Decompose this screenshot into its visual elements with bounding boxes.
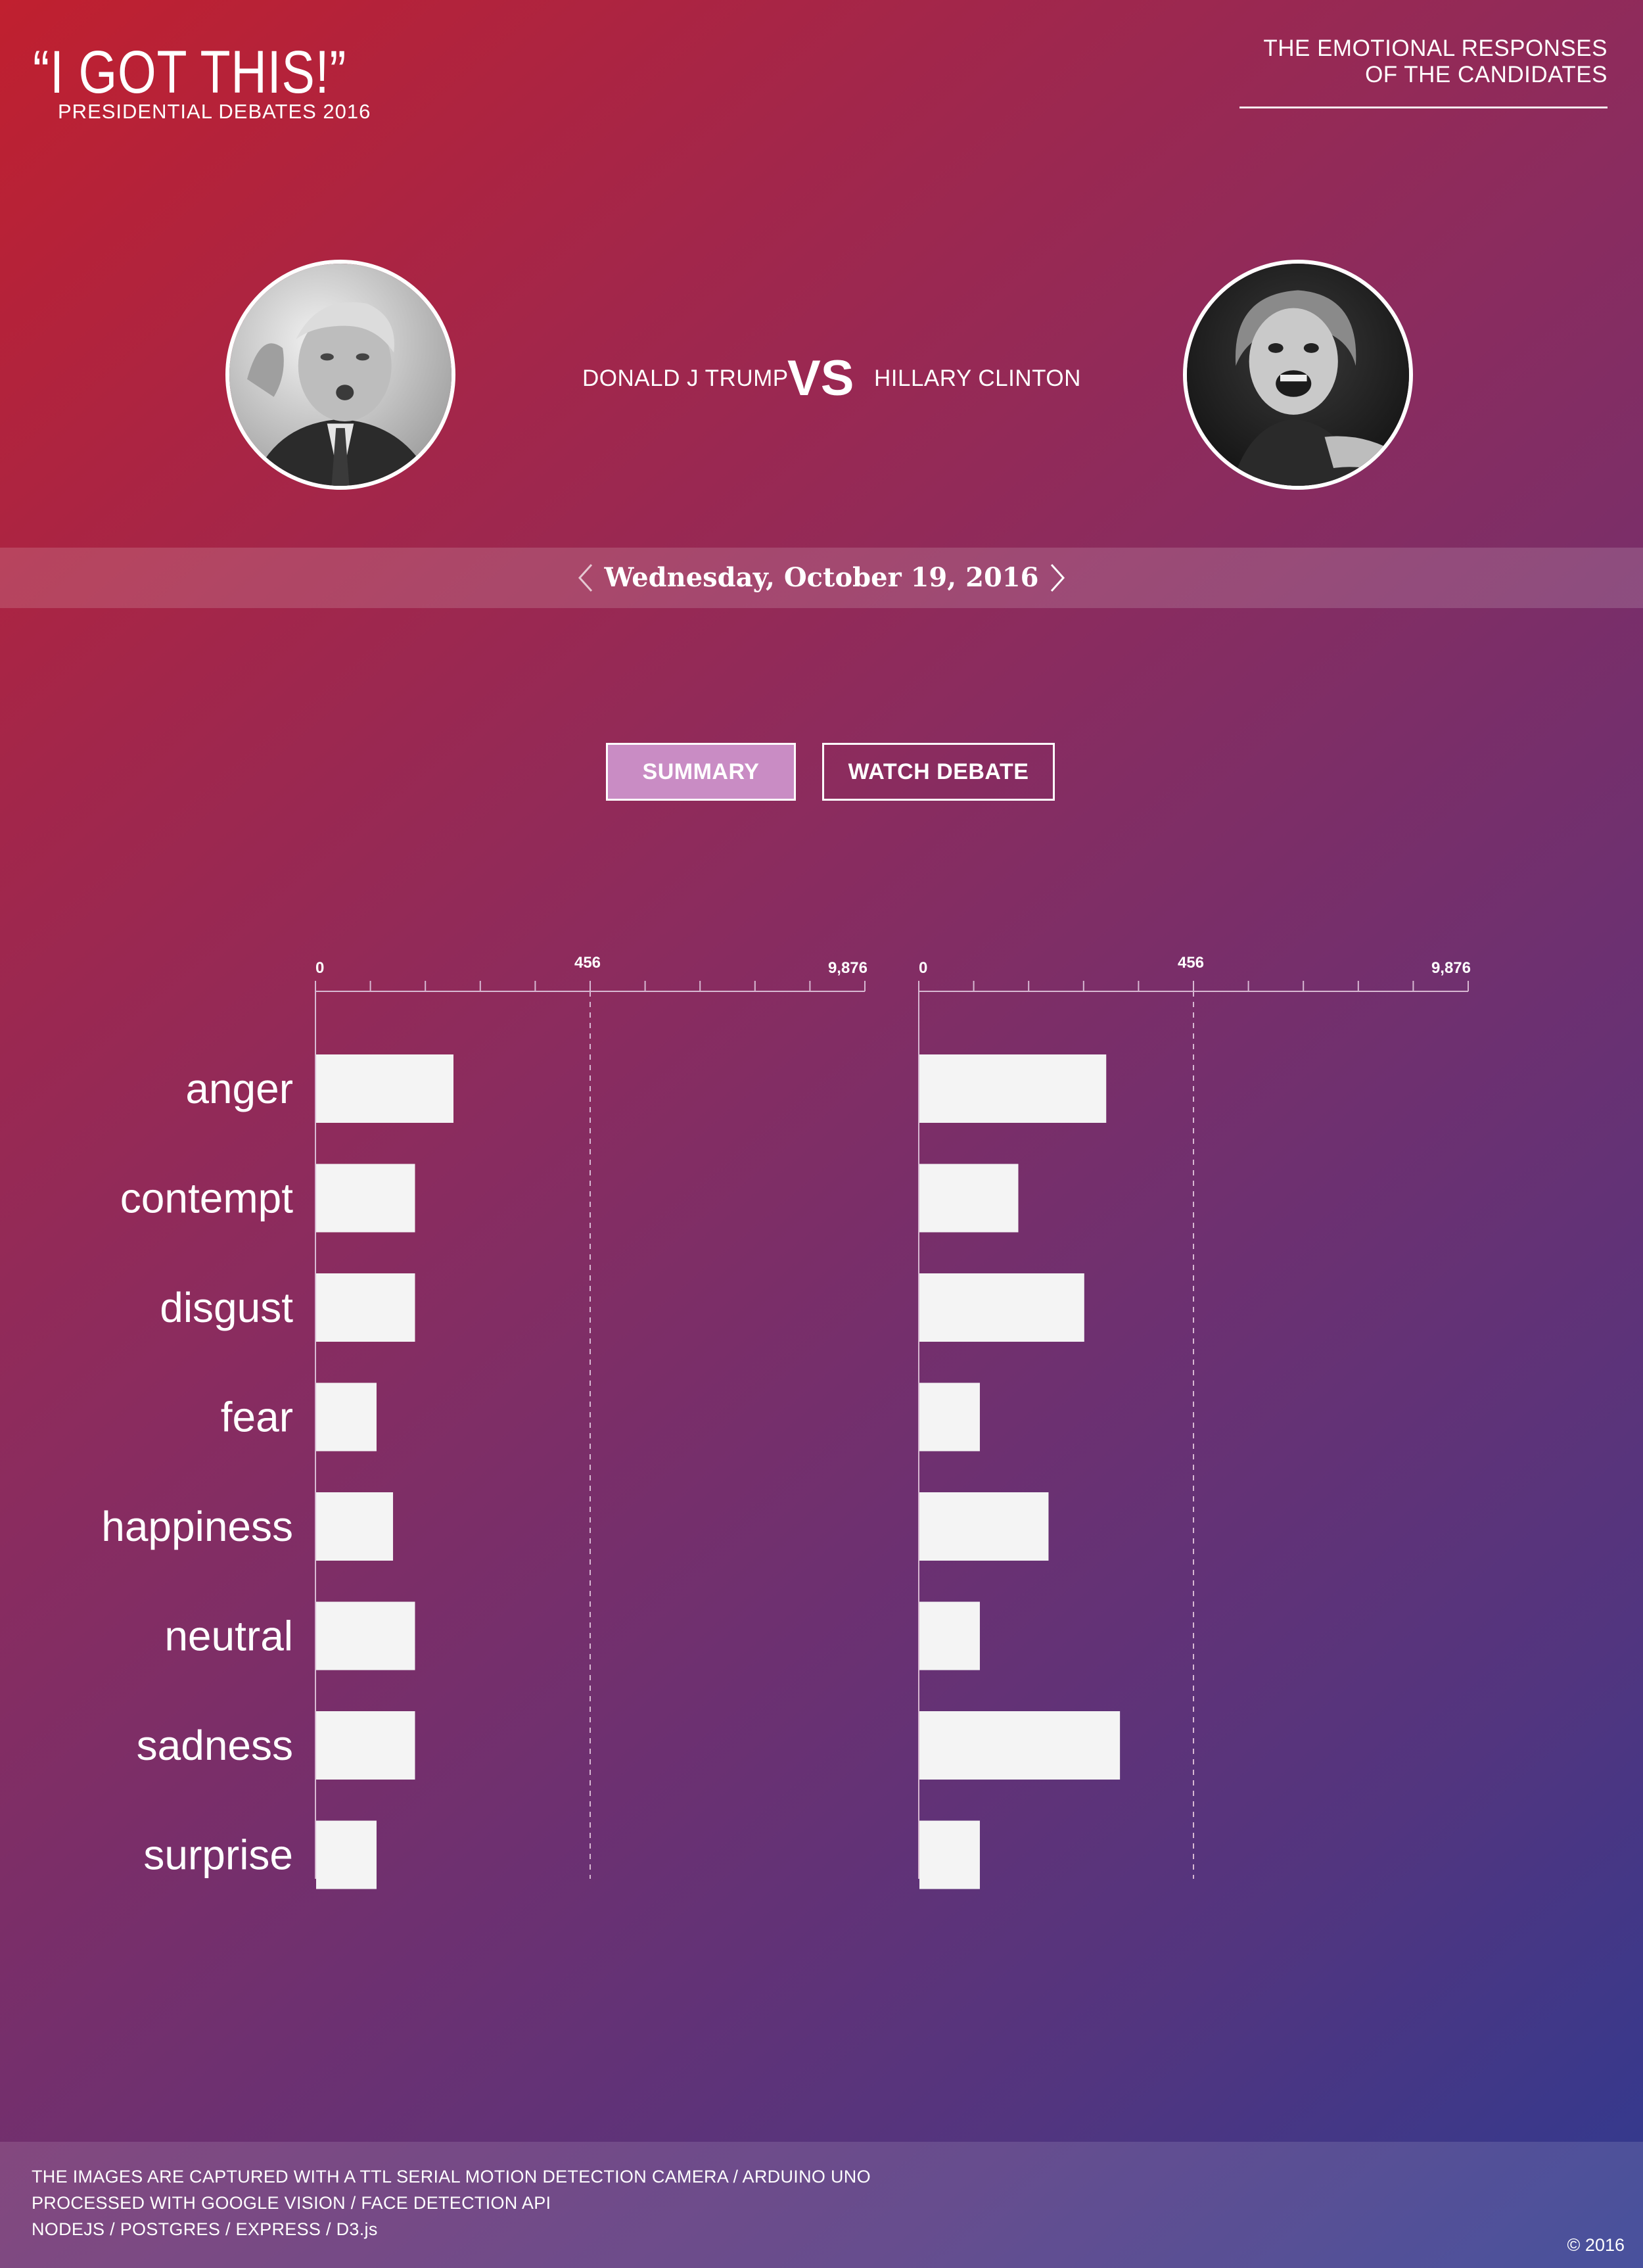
candidate-left-name: DONALD J TRUMP — [582, 366, 789, 391]
bar — [919, 1492, 1049, 1561]
footer-credits: THE IMAGES ARE CAPTURED WITH A TTL SERIA… — [32, 2163, 871, 2242]
bar — [919, 1382, 980, 1452]
category-label: happiness — [101, 1503, 293, 1550]
candidate-right-avatar — [1183, 260, 1413, 490]
emotion-chart: 0 456 9,876 0 456 9,876 anger contempt disgust fe… — [0, 920, 1643, 1906]
bar — [919, 1601, 980, 1670]
date-navigation-bar: Wednesday, October 19, 2016 — [0, 548, 1643, 608]
category-label: sadness — [137, 1722, 293, 1769]
footer-line-3: NODEJS / POSTGRES / EXPRESS / D3.js — [32, 2219, 378, 2239]
tab-watch-debate[interactable]: WATCH DEBATE — [822, 743, 1055, 801]
tagline: THE EMOTIONAL RESPONSES OF THE CANDIDATE… — [1239, 35, 1608, 108]
candidate-right-name: HILLARY CLINTON — [874, 366, 1081, 391]
versus-label: VS — [787, 350, 854, 406]
bar — [919, 1164, 1019, 1233]
category-label: fear — [221, 1394, 293, 1441]
bar — [316, 1601, 415, 1670]
bar — [316, 1273, 415, 1342]
tick-label: 9,876 — [1431, 959, 1471, 977]
category-label: contempt — [120, 1175, 293, 1222]
bar — [919, 1273, 1084, 1342]
footer-line-2: PROCESSED WITH GOOGLE VISION / FACE DETE… — [32, 2193, 551, 2213]
tick-label: 0 — [315, 959, 324, 977]
tick-label: 9,876 — [828, 959, 868, 977]
chevron-right-icon[interactable] — [1040, 559, 1073, 596]
bar — [919, 1711, 1121, 1780]
tagline-line-1: THE EMOTIONAL RESPONSES — [1263, 35, 1608, 61]
candidate-left-avatar — [225, 260, 455, 490]
debate-date: Wednesday, October 19, 2016 — [604, 562, 1039, 593]
category-label: disgust — [160, 1284, 293, 1331]
bar — [316, 1382, 377, 1452]
bar — [316, 1711, 415, 1780]
tick-label: 456 — [1178, 954, 1204, 972]
category-label: anger — [185, 1065, 293, 1112]
footer-line-1: THE IMAGES ARE CAPTURED WITH A TTL SERIA… — [32, 2167, 871, 2186]
tagline-line-2: OF THE CANDIDATES — [1365, 62, 1608, 87]
emotion-chart-svg: 0 456 9,876 0 456 9,876 anger contempt disgust fe… — [101, 954, 1471, 1889]
copyright: © 2016 — [1567, 2235, 1625, 2255]
tab-summary[interactable]: SUMMARY — [606, 743, 796, 801]
tick-label: 456 — [574, 954, 601, 972]
category-label: surprise — [143, 1831, 293, 1879]
footer: THE IMAGES ARE CAPTURED WITH A TTL SERIA… — [0, 2142, 1643, 2268]
tick-label: 0 — [919, 959, 927, 977]
bar — [316, 1492, 394, 1561]
app-title: “I GOT THIS!” — [33, 39, 347, 106]
bar — [316, 1164, 415, 1233]
bar — [316, 1820, 377, 1889]
bar — [919, 1054, 1107, 1123]
category-label: neutral — [164, 1613, 293, 1660]
bar — [316, 1054, 453, 1123]
app-subtitle: PRESIDENTIAL DEBATES 2016 — [58, 100, 371, 123]
bar — [919, 1820, 980, 1889]
